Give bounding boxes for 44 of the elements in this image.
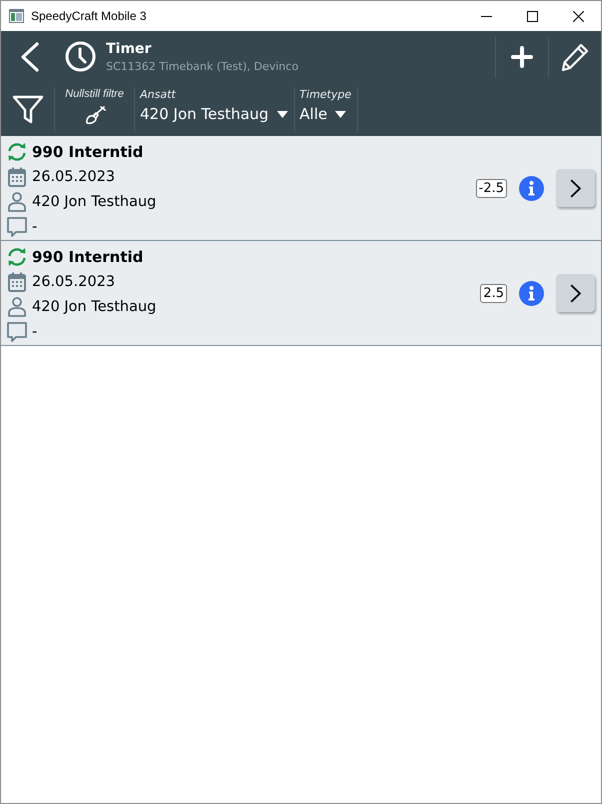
app-icon [9, 9, 24, 23]
info-icon[interactable] [519, 176, 544, 200]
entry-date: 26.05.2023 [32, 274, 116, 290]
chevron-right-icon [570, 178, 581, 198]
entry-comment: - [32, 324, 38, 340]
window-title: SpeedyCraft Mobile 3 [31, 9, 148, 23]
info-icon[interactable] [519, 280, 544, 306]
comment-icon [6, 321, 28, 343]
entry-comment: - [32, 219, 38, 235]
open-entry-button[interactable] [556, 274, 595, 312]
comment-icon [6, 216, 28, 238]
caret-icon [276, 110, 288, 118]
hours-value: 2.5 [480, 284, 507, 302]
plus-icon [511, 46, 533, 68]
caret-icon [335, 110, 346, 118]
filter-icon[interactable] [12, 93, 44, 125]
filter-label: Ansatt [140, 88, 177, 101]
page-title: Timer [106, 40, 152, 56]
calendar-icon [6, 166, 28, 188]
entry-employee: 420 Jon Testhaug [32, 194, 156, 210]
entry-row[interactable]: 990 Interntid 26.05.2023 420 Jon Testhaug - 2.5 [1, 241, 601, 346]
entry-row[interactable]: 990 Interntid 26.05.2023 420 Jon Testhaug - -2.5 [1, 136, 601, 241]
page-subtitle: SC11362 Timebank (Test), Devinco [106, 60, 300, 72]
person-icon [6, 191, 28, 213]
brush-icon [84, 105, 106, 125]
sync-icon [6, 141, 28, 163]
entry-title: 990 Interntid [32, 143, 144, 161]
open-entry-button[interactable] [556, 169, 595, 207]
hours-value: -2.5 [476, 178, 507, 198]
clock-icon [65, 41, 96, 72]
filter-dropdown[interactable]: 420 Jon Testhaug [140, 105, 288, 123]
pencil-icon [560, 42, 590, 72]
person-icon [6, 296, 28, 318]
sync-icon [6, 246, 28, 268]
entry-title: 990 Interntid [32, 248, 144, 266]
filter-dropdown[interactable]: Alle [300, 105, 352, 123]
close-icon [572, 10, 584, 22]
entry-employee: 420 Jon Testhaug [32, 299, 156, 315]
calendar-icon [6, 271, 28, 293]
chevron-right-icon [570, 284, 581, 302]
filter-label: Timetype [300, 88, 352, 101]
entry-date: 26.05.2023 [32, 169, 116, 185]
reset-filters-button[interactable]: Nullstill filtre [55, 82, 134, 136]
maximize-icon [526, 10, 538, 22]
